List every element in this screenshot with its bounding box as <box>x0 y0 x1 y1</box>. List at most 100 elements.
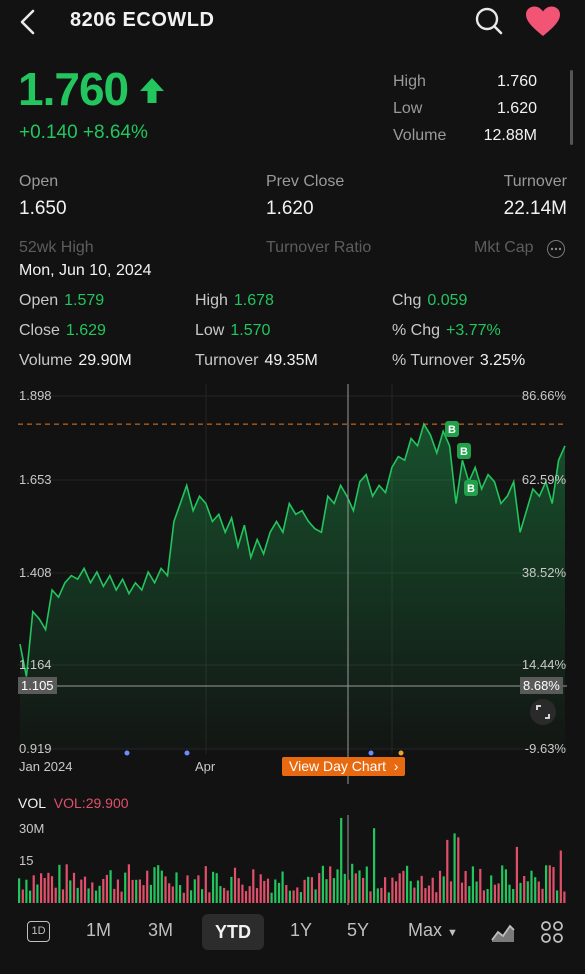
low-value: 1.620 <box>496 100 537 117</box>
tab-1d[interactable]: 1D <box>27 921 50 942</box>
scroll-indicator[interactable] <box>570 70 573 145</box>
volume-bar <box>501 865 504 903</box>
volume-bar <box>464 871 467 903</box>
volume-bar <box>270 892 273 903</box>
volume-bar <box>76 887 79 903</box>
last-price: 1.760 <box>18 63 129 115</box>
volume-bar <box>54 887 57 903</box>
volume-bar <box>446 839 449 903</box>
volume-bar <box>160 870 163 903</box>
y-left-label: 1.164 <box>19 657 52 672</box>
buy-marker-label: B <box>460 446 468 458</box>
favorite-heart-icon[interactable] <box>524 5 562 39</box>
volume-bar <box>98 885 101 903</box>
y-right-label: 86.66% <box>521 388 566 403</box>
volume-bar <box>376 888 379 903</box>
buy-marker-label: B <box>467 483 475 495</box>
tab-1y[interactable]: 1Y <box>290 920 312 941</box>
volume-bar <box>197 875 200 903</box>
volume-bar <box>420 875 423 903</box>
volume-bar <box>285 885 288 903</box>
tab-ytd[interactable]: YTD <box>202 914 264 950</box>
volume-bar <box>36 884 39 903</box>
volume-bar <box>29 890 32 903</box>
price-chart[interactable]: BBB <box>0 384 585 784</box>
event-dot <box>398 750 404 756</box>
tab-3m[interactable]: 3M <box>148 920 173 941</box>
volume-bar <box>87 888 90 903</box>
x-axis-label: Jan 2024 <box>19 759 73 774</box>
stock-title: 8206 ECOWLD <box>70 9 215 31</box>
volume-chart[interactable] <box>0 815 585 905</box>
chart-type-icon[interactable] <box>490 920 516 944</box>
volume-bar <box>413 887 416 903</box>
volume-bar <box>40 873 43 903</box>
view-day-chart-button[interactable]: View Day Chart › <box>282 757 406 776</box>
52wk-high-label: 52wk High <box>19 239 94 256</box>
tab-1m[interactable]: 1M <box>86 920 111 941</box>
volume-bar <box>438 870 442 903</box>
volume-bar <box>259 874 262 903</box>
fullscreen-expand-icon[interactable] <box>530 699 556 725</box>
tab-max[interactable]: Max ▼ <box>408 920 458 941</box>
open-value: 1.650 <box>19 198 67 219</box>
grid-menu-icon[interactable] <box>540 920 564 944</box>
volume-bar <box>292 890 295 903</box>
volume-bar <box>453 833 456 903</box>
volume-bar <box>351 863 354 903</box>
volume-bar <box>50 876 54 903</box>
tab-5y[interactable]: 5Y <box>347 920 369 941</box>
volume-value: 12.88M <box>483 127 537 144</box>
y-left-label: 1.653 <box>19 472 52 487</box>
tooltip-volume: Volume 29.90M <box>19 352 132 369</box>
back-icon[interactable] <box>14 8 42 36</box>
more-info-icon[interactable] <box>547 240 565 258</box>
y-right-label: 62.59% <box>521 472 566 487</box>
volume-bar <box>69 880 72 903</box>
volume-bar <box>406 865 409 903</box>
volume-bar <box>534 877 537 903</box>
low-label: Low <box>393 100 423 117</box>
volume-bar <box>186 875 189 903</box>
y-right-label: 38.52% <box>521 565 566 580</box>
volume-bar <box>190 890 193 903</box>
tooltip-high: High 1.678 <box>195 292 274 309</box>
turnover-label: Turnover <box>503 173 567 190</box>
x-axis-label: Apr <box>195 759 216 774</box>
volume-bar <box>497 883 500 903</box>
volume-bar <box>475 881 478 903</box>
volume-bar <box>314 889 317 903</box>
volume-bar <box>318 873 321 903</box>
volume-bar <box>486 889 489 903</box>
volume-bar <box>65 864 68 903</box>
volume-bar <box>384 877 387 903</box>
volume-bar <box>548 865 551 903</box>
volume-bar <box>387 892 390 903</box>
event-dot <box>368 750 374 756</box>
turnover-ratio-label: Turnover Ratio <box>266 239 372 256</box>
volume-bar <box>18 878 21 903</box>
volume-bar <box>94 890 98 903</box>
volume-bar <box>149 884 152 903</box>
volume-bar <box>395 881 398 903</box>
y-left-label: 1.408 <box>19 565 52 580</box>
volume-bar <box>43 878 46 903</box>
volume-bar <box>179 885 182 903</box>
volume-bar <box>358 870 361 903</box>
volume-bar <box>391 877 394 903</box>
price-area <box>20 424 565 749</box>
volume-bar <box>526 881 529 903</box>
volume-bar <box>457 837 460 903</box>
volume-bar <box>266 878 270 903</box>
volume-bar <box>288 890 291 903</box>
volume-bar <box>135 879 138 903</box>
volume-bar <box>263 880 266 903</box>
volume-bar <box>365 866 368 903</box>
volume-bar <box>303 879 306 903</box>
volume-bar <box>325 879 328 903</box>
volume-bar <box>120 891 123 903</box>
open-label: Open <box>19 173 59 190</box>
volume-bar <box>468 886 471 903</box>
volume-bar <box>113 888 116 903</box>
search-icon[interactable] <box>474 6 504 36</box>
